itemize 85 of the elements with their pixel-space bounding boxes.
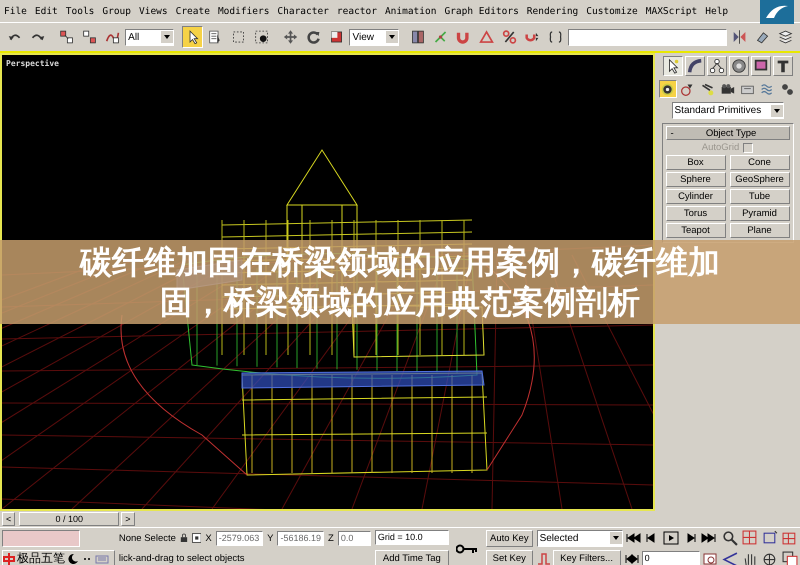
hammer-icon[interactable] xyxy=(774,58,790,74)
set-key-button[interactable]: Set Key xyxy=(486,550,533,565)
y-coordinate-field[interactable]: -56186.19 xyxy=(277,530,324,546)
axis-label: Y xyxy=(267,532,274,546)
menu-item[interactable]: Edit xyxy=(30,6,62,16)
moon-icon[interactable] xyxy=(67,552,79,565)
zoom-icon[interactable] xyxy=(722,530,738,546)
menu-item[interactable]: Customize xyxy=(582,6,642,16)
key-icon[interactable] xyxy=(456,544,478,554)
object-type-button[interactable]: Pyramid xyxy=(730,206,790,221)
menu-item[interactable]: Graph Editors xyxy=(440,6,523,16)
object-type-button[interactable]: Cylinder xyxy=(666,189,726,204)
ime-logo-icon xyxy=(3,552,15,565)
menu-item[interactable]: File xyxy=(0,6,31,16)
z-coordinate-field[interactable]: 0.0 xyxy=(338,530,371,546)
reference-coordinate-dropdown[interactable]: View xyxy=(349,28,399,46)
wave-icon[interactable] xyxy=(760,82,775,96)
maximize-viewport-icon[interactable] xyxy=(782,550,798,565)
menu-item[interactable]: Group xyxy=(98,6,135,16)
play-icon[interactable] xyxy=(662,531,679,546)
rollout-header[interactable]: - Object Type xyxy=(666,126,790,140)
caption-title: 碳纤维加固在桥梁领域的应用案例，碳纤维加固，桥梁领域的应用典范案例剖析 xyxy=(78,242,721,322)
autogrid-label: AutoGrid xyxy=(702,142,740,153)
object-type-button[interactable]: Box xyxy=(666,155,726,170)
camera-icon[interactable] xyxy=(720,82,735,96)
key-filters-button[interactable]: Key Filters... xyxy=(552,550,621,565)
time-slider-thumb[interactable]: 0 / 100 xyxy=(19,512,120,526)
orbit-icon[interactable] xyxy=(762,550,778,565)
ime-name[interactable]: 极品五笔 xyxy=(17,550,65,565)
object-type-button[interactable]: Cone xyxy=(730,155,790,170)
go-to-start-icon[interactable] xyxy=(624,531,641,546)
object-type-button[interactable]: GeoSphere xyxy=(730,172,790,187)
object-type-button[interactable]: Sphere xyxy=(666,172,726,187)
menu-item[interactable]: Create xyxy=(172,6,214,16)
object-type-button[interactable]: Teapot xyxy=(666,223,726,238)
menu-item[interactable]: Character xyxy=(273,6,333,16)
menu-item[interactable]: reactor xyxy=(332,6,381,16)
primitives-dropdown[interactable]: Standard Primitives xyxy=(672,102,784,119)
axis-label: Z xyxy=(328,532,334,546)
viewport-label: Perspective xyxy=(6,59,59,68)
menu-item[interactable]: Tools xyxy=(62,6,98,16)
menu-item[interactable]: Views xyxy=(135,6,172,16)
cursor-icon[interactable] xyxy=(182,26,204,48)
caret-icon xyxy=(770,104,782,116)
collapse-toggle[interactable]: - xyxy=(666,128,674,138)
absolute-mode-icon[interactable] xyxy=(192,532,202,544)
selection-status: None Selecte xyxy=(118,532,176,546)
menu-item[interactable]: Rendering xyxy=(522,6,582,16)
wheel-icon[interactable] xyxy=(730,58,746,74)
auto-key-button[interactable]: Auto Key xyxy=(486,530,533,547)
previous-frame-button[interactable]: < xyxy=(2,512,16,526)
selection-filter-dropdown[interactable]: All xyxy=(125,28,174,46)
go-to-end-icon[interactable] xyxy=(700,531,717,546)
key-mode-dropdown[interactable]: Selected xyxy=(536,530,623,546)
key-mode-toggle-icon[interactable] xyxy=(624,554,639,564)
zoom-extents-icon[interactable] xyxy=(762,530,778,546)
time-config-icon[interactable] xyxy=(702,552,717,565)
menu-item[interactable]: Modifiers xyxy=(214,6,274,16)
caret-icon xyxy=(610,532,622,544)
caret-icon xyxy=(386,31,398,43)
rollout-title: Object Type xyxy=(704,128,758,138)
gears-icon[interactable] xyxy=(780,82,795,96)
curved-tube-icon[interactable] xyxy=(686,58,702,74)
object-type-button[interactable]: Tube xyxy=(730,189,790,204)
field-of-view-icon[interactable] xyxy=(722,550,738,565)
named-selection-field[interactable] xyxy=(568,28,727,46)
tangent-curve-icon[interactable] xyxy=(536,552,551,565)
sphere-icon[interactable] xyxy=(660,82,675,96)
object-type-button[interactable]: Plane xyxy=(730,223,790,238)
lock-icon[interactable] xyxy=(180,532,188,544)
light-icon[interactable] xyxy=(700,82,715,96)
menu-item[interactable]: Help xyxy=(701,6,732,16)
object-type-button[interactable]: Torus xyxy=(666,206,726,221)
shapes-icon[interactable] xyxy=(680,82,695,96)
grid-size: Grid = 10.0 xyxy=(374,530,449,546)
axis-label: X xyxy=(205,532,212,546)
next-frame-button[interactable]: > xyxy=(121,512,135,526)
menu-item[interactable]: Animation xyxy=(380,6,440,16)
current-frame-field[interactable]: 0 xyxy=(642,551,700,565)
hierarchy-icon[interactable] xyxy=(708,58,724,74)
add-time-tag-button[interactable]: Add Time Tag xyxy=(374,550,449,565)
caret-icon xyxy=(161,31,174,43)
prompt-text: lick-and-drag to select objects xyxy=(118,552,245,565)
menu-item[interactable]: MAXScript xyxy=(642,6,702,16)
x-coordinate-field[interactable]: -2579.063 xyxy=(216,530,264,546)
